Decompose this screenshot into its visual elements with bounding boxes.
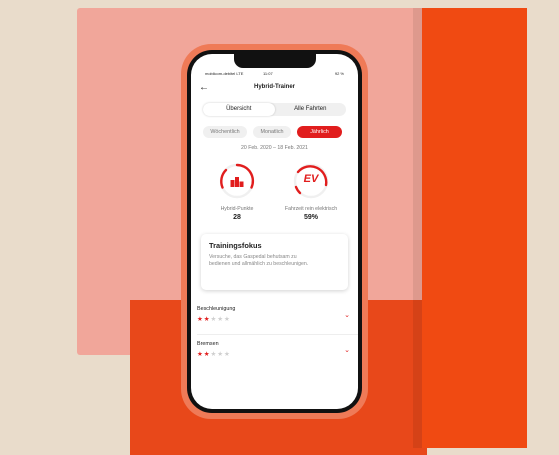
star-icon: ★	[223, 316, 231, 323]
star-icon: ★	[197, 316, 204, 323]
chip-monthly[interactable]: Monatlich	[253, 126, 291, 138]
divider	[197, 334, 358, 335]
star-rating: ★★★★★	[197, 315, 350, 323]
date-range-label: 20 Feb. 2020 – 18 Feb. 2021	[241, 145, 308, 151]
star-icon: ★	[217, 316, 224, 323]
chip-weekly[interactable]: Wöchentlich	[203, 126, 247, 138]
training-focus-title: Trainingsfokus	[209, 241, 262, 250]
phone-bezel: mobilcom-debitel LTE 11:07 92 % ← Hybrid…	[187, 50, 362, 413]
star-icon: ★	[217, 351, 224, 358]
electric-time-gauge: EV	[292, 162, 330, 200]
nav-bar: ← Hybrid-Trainer	[191, 82, 358, 96]
electric-time-value: 59%	[303, 214, 318, 221]
backdrop-orange-strip	[422, 8, 527, 448]
training-focus-text: Versuche, das Gaspedal behutsam zu bedie…	[209, 254, 309, 267]
period-selector: Wöchentlich Monatlich Jährlich	[203, 126, 346, 138]
segmented-tabs: Übersicht Alle Fahrten	[203, 103, 346, 116]
rating-label: Bremsen	[197, 341, 219, 347]
rating-row-acceleration[interactable]: Beschleunigung ★★★★★ ⌄	[197, 306, 350, 328]
hybrid-points-value: 28	[233, 214, 241, 221]
tab-overview[interactable]: Übersicht	[203, 103, 275, 116]
chip-yearly[interactable]: Jährlich	[297, 126, 342, 138]
chevron-down-icon[interactable]: ⌄	[344, 346, 350, 354]
hybrid-points-label: Hybrid-Punkte	[220, 206, 254, 212]
star-rating: ★★★★★	[197, 350, 350, 358]
status-bar: mobilcom-debitel LTE 11:07 92 %	[205, 71, 344, 79]
star-icon: ★	[223, 351, 231, 358]
phone-notch	[233, 54, 316, 68]
ev-icon: EV	[303, 173, 319, 185]
battery-label: 92 %	[334, 71, 344, 76]
clock-label: 11:07	[263, 71, 273, 76]
rating-row-braking[interactable]: Bremsen ★★★★★ ⌄	[197, 341, 350, 363]
training-focus-card[interactable]: Trainingsfokus Versuche, das Gaspedal be…	[201, 234, 348, 290]
hybrid-points-gauge	[218, 162, 256, 200]
chevron-down-icon[interactable]: ⌄	[344, 311, 350, 319]
electric-time-label: Fahrzeit rein elektrisch	[284, 206, 338, 212]
rating-label: Beschleunigung	[197, 306, 236, 312]
page-title: Hybrid-Trainer	[253, 84, 295, 90]
carrier-label: mobilcom-debitel LTE	[205, 71, 244, 76]
phone-device: mobilcom-debitel LTE 11:07 92 % ← Hybrid…	[181, 44, 368, 419]
star-icon: ★	[197, 351, 204, 358]
app-screen: mobilcom-debitel LTE 11:07 92 % ← Hybrid…	[191, 54, 358, 409]
podium-icon	[230, 177, 244, 187]
tab-all-trips[interactable]: Alle Fahrten	[275, 103, 347, 116]
